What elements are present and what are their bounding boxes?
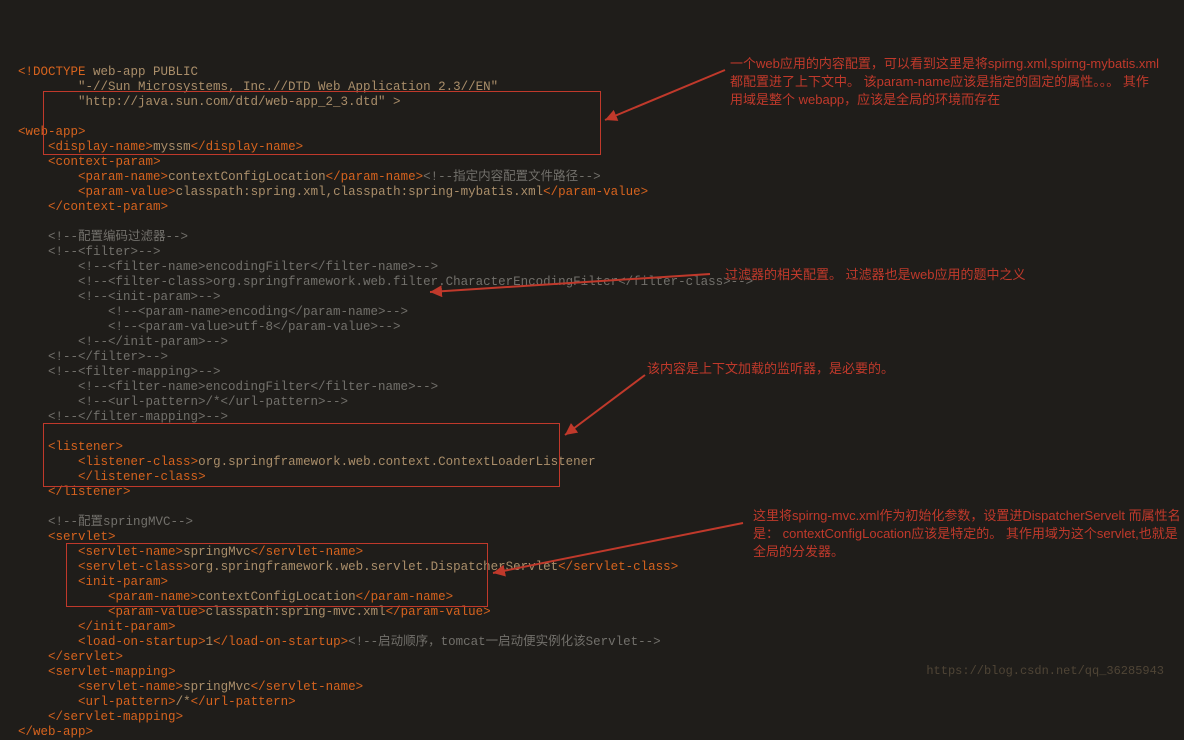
arrow-1 (600, 65, 730, 125)
doctype-kw: <!DOCTYPE (18, 65, 93, 79)
annotation-3: 该内容是上下文加载的监听器，是必要的。 (647, 360, 1077, 378)
code-block: <!DOCTYPE web-app PUBLIC "-//Sun Microsy… (18, 65, 753, 739)
filter-commented-block: <!--<filter>--> <!--<filter-name>encodin… (18, 245, 753, 424)
arrow-3 (560, 370, 650, 440)
annotation-1: 一个web应用的内容配置，可以看到这里是将spirng.xml,spirng-m… (730, 55, 1160, 109)
annotation-4: 这里将spirng-mvc.xml作为初始化参数，设置进DispatcherSe… (753, 507, 1183, 561)
annotation-2: 过滤器的相关配置。 过滤器也是web应用的题中之义 (725, 266, 1155, 284)
watermark: https://blog.csdn.net/qq_36285943 (926, 664, 1164, 679)
